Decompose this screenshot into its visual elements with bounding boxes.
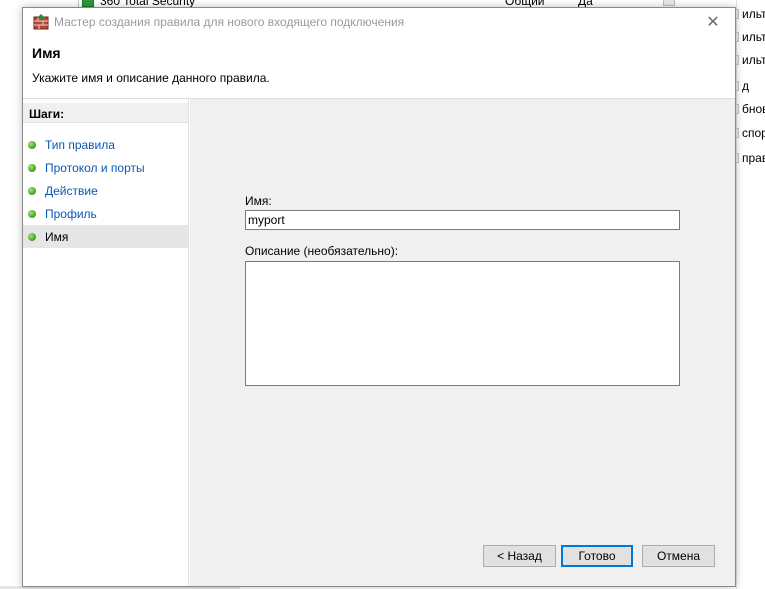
rule-name-input[interactable] (245, 210, 680, 230)
wizard-content: Имя: Описание (необязательно): < Назад Г… (190, 99, 735, 586)
rule-description-input[interactable] (245, 261, 680, 386)
new-inbound-rule-wizard: Мастер создания правила для нового входя… (22, 7, 736, 587)
page-description: Укажите имя и описание данного правила. (32, 71, 270, 85)
cancel-button[interactable]: Отмена (642, 545, 715, 567)
firewall-icon (33, 14, 49, 30)
steps-header: Шаги: (23, 103, 188, 123)
wizard-header: Имя Укажите имя и описание данного прави… (23, 36, 735, 98)
back-button[interactable]: < Назад (483, 545, 556, 567)
step-complete-icon (28, 164, 36, 172)
close-button[interactable]: ✕ (691, 8, 735, 36)
close-icon: ✕ (706, 14, 720, 31)
step-label: Профиль (45, 206, 97, 221)
step-label: Имя (45, 229, 69, 244)
steps-panel: Шаги: Тип правила Протокол и порты Дейст… (23, 99, 189, 586)
step-rule-type[interactable]: Тип правила (23, 133, 188, 156)
finish-button[interactable]: Готово (561, 545, 633, 567)
step-protocol-ports[interactable]: Протокол и порты (23, 156, 188, 179)
step-profile[interactable]: Профиль (23, 202, 188, 225)
enabled-check-icon (82, 0, 94, 7)
step-label: Действие (45, 183, 98, 198)
step-complete-icon (28, 141, 36, 149)
name-label: Имя: (245, 194, 272, 208)
step-complete-icon (28, 210, 36, 218)
description-label: Описание (необязательно): (245, 244, 399, 258)
background-actions-pane: ильтр ильтр ильтр д бнови спорт правка (729, 0, 765, 589)
step-complete-icon (28, 187, 36, 195)
step-action[interactable]: Действие (23, 179, 188, 202)
step-name[interactable]: Имя (23, 225, 188, 248)
background-rule-extra-icon (663, 0, 675, 6)
dialog-title: Мастер создания правила для нового входя… (54, 15, 405, 29)
step-current-icon (28, 233, 36, 241)
step-label: Протокол и порты (45, 160, 145, 175)
dialog-titlebar[interactable]: Мастер создания правила для нового входя… (23, 8, 735, 36)
step-label: Тип правила (45, 137, 115, 152)
page-title: Имя (32, 45, 61, 61)
